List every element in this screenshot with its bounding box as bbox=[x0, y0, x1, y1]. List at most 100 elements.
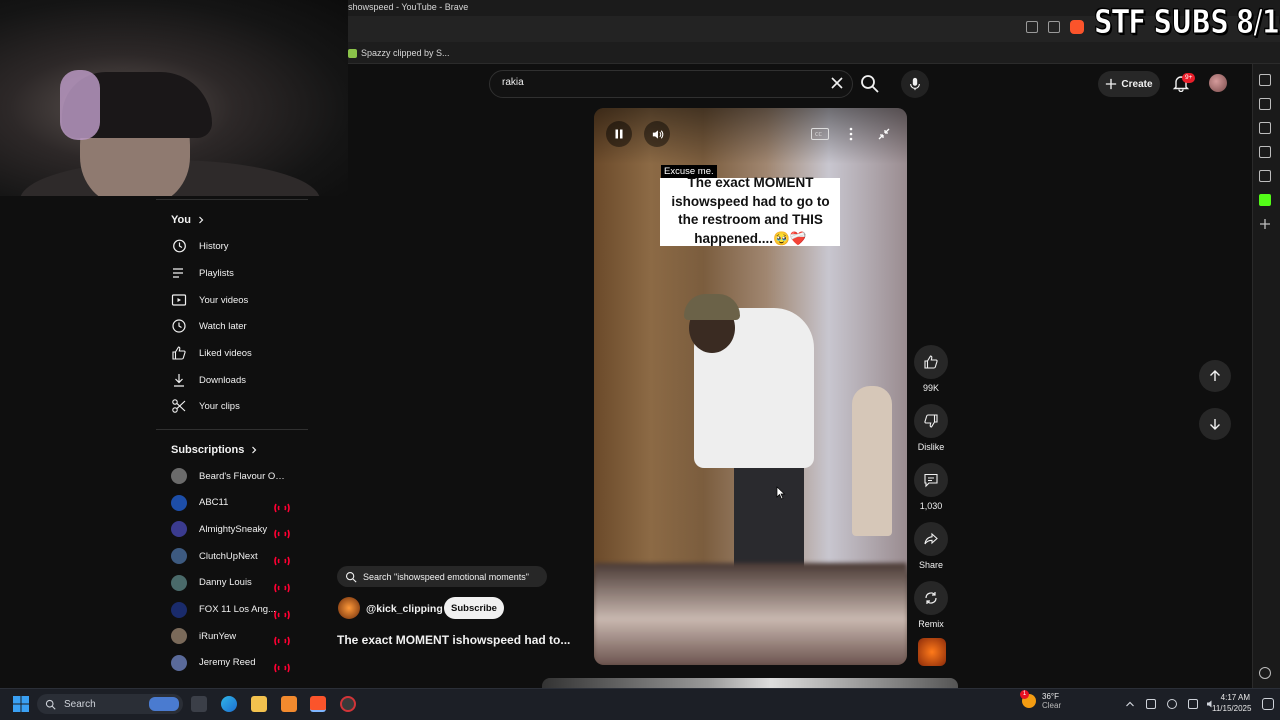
bookmark-label: Spazzy clipped by S... bbox=[361, 48, 450, 58]
network-icon[interactable] bbox=[1188, 699, 1198, 709]
share-icon bbox=[924, 532, 938, 545]
side-panel-bookmarks-icon[interactable] bbox=[1259, 146, 1271, 158]
clear-search-icon[interactable] bbox=[829, 75, 845, 91]
related-search-label: Search "ishowspeed emotional moments" bbox=[363, 571, 529, 582]
brave-shields-icon[interactable] bbox=[1070, 20, 1084, 34]
comment-icon bbox=[924, 473, 938, 488]
dislike-button[interactable]: Dislike bbox=[914, 404, 948, 452]
side-panel-media-icon[interactable] bbox=[1259, 98, 1271, 110]
sidebar-item-watch-later[interactable]: Watch later bbox=[160, 313, 306, 339]
like-count: 99K bbox=[922, 383, 939, 393]
notification-center-icon[interactable] bbox=[1262, 698, 1274, 710]
subscription-item[interactable]: iRunYew bbox=[160, 623, 306, 649]
search-input[interactable] bbox=[489, 70, 853, 98]
subscribe-button[interactable]: Subscribe bbox=[444, 597, 504, 619]
search-icon[interactable] bbox=[859, 73, 881, 95]
webcam-overlay bbox=[0, 0, 348, 196]
channel-avatar bbox=[171, 548, 187, 565]
comments-button[interactable]: 1,030 bbox=[914, 463, 948, 511]
windows-start-icon[interactable] bbox=[13, 696, 29, 712]
sidebar-item-playlists[interactable]: Playlists bbox=[160, 260, 306, 286]
side-panel-ai-icon[interactable] bbox=[1259, 74, 1271, 86]
file-explorer-icon[interactable] bbox=[251, 696, 267, 712]
sidebar-item-your-clips[interactable]: Your clips bbox=[160, 393, 306, 419]
sidebar-item-label: Playlists bbox=[199, 267, 234, 279]
playlists-icon bbox=[173, 268, 183, 278]
sidebar-subscriptions-header[interactable]: Subscriptions bbox=[171, 444, 258, 456]
side-panel-settings-icon[interactable] bbox=[1259, 667, 1271, 679]
account-avatar[interactable] bbox=[1209, 74, 1227, 92]
volume-button[interactable] bbox=[644, 121, 670, 147]
side-panel-add-icon[interactable] bbox=[1259, 218, 1271, 230]
share-button[interactable]: Share bbox=[914, 522, 948, 570]
live-indicator-icon bbox=[274, 530, 290, 539]
video-caption: Excuse me. bbox=[661, 165, 717, 178]
channel-avatar bbox=[171, 521, 187, 538]
plus-icon bbox=[1106, 78, 1117, 90]
create-button[interactable]: Create bbox=[1098, 71, 1160, 97]
thumbs-down-icon bbox=[924, 414, 938, 428]
channel-avatar[interactable] bbox=[338, 597, 360, 619]
captions-icon[interactable]: CC bbox=[811, 128, 829, 140]
tray-overflow-chevron-icon[interactable] bbox=[1125, 699, 1135, 709]
share-page-icon[interactable] bbox=[1048, 21, 1060, 33]
live-indicator-icon bbox=[274, 583, 290, 593]
obs-studio-icon[interactable] bbox=[340, 696, 356, 712]
like-button[interactable]: 99K bbox=[914, 345, 948, 393]
subscription-item[interactable]: ABC11 bbox=[160, 490, 306, 516]
volume-icon bbox=[652, 129, 663, 139]
search-query[interactable]: rakia bbox=[502, 77, 524, 88]
weather-widget[interactable]: 1 36°F Clear bbox=[1020, 690, 1061, 710]
collapse-player-icon[interactable] bbox=[876, 126, 892, 142]
channel-name[interactable]: @kick_clipping bbox=[366, 603, 443, 615]
subscription-item[interactable]: FOX 11 Los Ang... bbox=[160, 597, 306, 623]
your-videos-icon bbox=[171, 294, 187, 306]
brave-browser-icon[interactable] bbox=[310, 696, 326, 712]
sidebar-item-label: Watch later bbox=[199, 320, 247, 332]
previous-video-button[interactable] bbox=[1199, 360, 1231, 392]
task-view-icon[interactable] bbox=[191, 696, 207, 712]
edge-browser-icon[interactable] bbox=[221, 696, 237, 712]
subscription-item[interactable]: Beard's Flavour Of ... bbox=[160, 463, 306, 489]
channel-thumbnail[interactable] bbox=[918, 638, 946, 666]
subscription-item[interactable]: ClutchUpNext bbox=[160, 543, 306, 569]
sidebar-you-header[interactable]: You bbox=[171, 214, 205, 226]
related-search-chip[interactable]: Search "ishowspeed emotional moments" bbox=[337, 566, 547, 587]
channel-avatar bbox=[171, 601, 187, 618]
svg-text:CC: CC bbox=[815, 132, 822, 138]
bookmark-item[interactable]: Spazzy clipped by S... bbox=[348, 46, 450, 60]
next-video-preview[interactable] bbox=[542, 678, 958, 688]
weather-temperature: 36°F bbox=[1042, 692, 1059, 701]
notification-count-badge: 9+ bbox=[1182, 73, 1196, 83]
comment-count: 1,030 bbox=[919, 501, 943, 511]
video-title[interactable]: The exact MOMENT ishowspeed had to... bbox=[337, 633, 587, 647]
sidebar-item-downloads[interactable]: Downloads bbox=[160, 367, 306, 393]
taskbar-clock[interactable]: 4:17 AM 11/15/2025 bbox=[1212, 692, 1251, 714]
taskbar-search[interactable]: Search bbox=[37, 694, 183, 714]
voice-search-button[interactable] bbox=[901, 70, 929, 98]
side-panel-wallet-icon[interactable] bbox=[1259, 122, 1271, 134]
remix-icon bbox=[925, 592, 937, 604]
next-video-button[interactable] bbox=[1199, 408, 1231, 440]
microphone-icon bbox=[910, 77, 920, 91]
pause-icon bbox=[615, 129, 623, 139]
microphone-tray-icon[interactable] bbox=[1167, 699, 1177, 709]
cast-icon[interactable] bbox=[1026, 21, 1038, 33]
subscription-item[interactable]: Danny Louis bbox=[160, 570, 306, 596]
pause-button[interactable] bbox=[606, 121, 632, 147]
tray-app-icon[interactable] bbox=[1146, 699, 1156, 709]
remix-button[interactable]: Remix bbox=[914, 581, 948, 629]
app-icon[interactable] bbox=[281, 696, 297, 712]
side-panel-kick-icon[interactable] bbox=[1259, 194, 1271, 206]
sidebar-item-liked-videos[interactable]: Liked videos bbox=[160, 340, 306, 366]
sidebar-divider bbox=[156, 429, 308, 430]
sidebar-item-history[interactable]: History bbox=[160, 233, 306, 259]
sidebar-item-your-videos[interactable]: Your videos bbox=[160, 287, 306, 313]
more-options-icon[interactable] bbox=[846, 126, 856, 142]
sidebar-you-label: You bbox=[171, 214, 191, 226]
subscription-item[interactable]: Jeremy Reed bbox=[160, 650, 306, 676]
bookmark-favicon-icon bbox=[348, 48, 357, 58]
weather-alert-badge: 1 bbox=[1020, 690, 1029, 699]
side-panel-reading-list-icon[interactable] bbox=[1259, 170, 1271, 182]
subscription-item[interactable]: AlmightySneaky bbox=[160, 516, 306, 542]
